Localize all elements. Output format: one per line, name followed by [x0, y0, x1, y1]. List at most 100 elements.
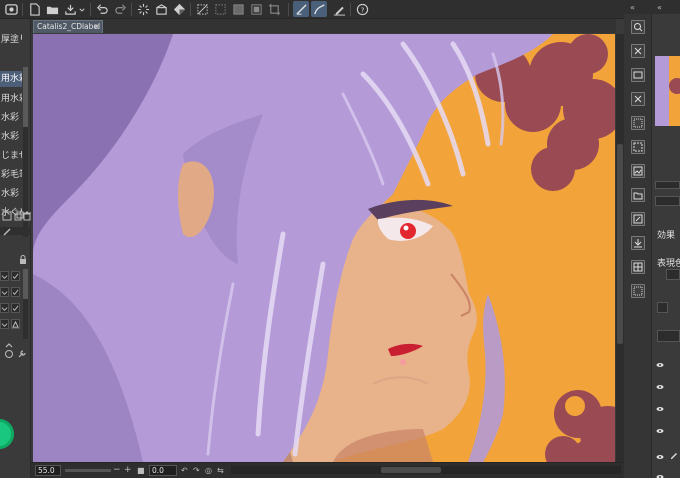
- checkbox-toggle[interactable]: [11, 303, 20, 313]
- pencil-icon[interactable]: [670, 444, 678, 459]
- scrollbar-thumb[interactable]: [381, 467, 441, 473]
- eye-icon[interactable]: [656, 466, 664, 478]
- close-panel-icon[interactable]: [631, 92, 645, 106]
- canvas-horizontal-scrollbar[interactable]: [231, 466, 621, 474]
- help-icon[interactable]: ?: [354, 1, 370, 17]
- loading-spinner-icon[interactable]: [135, 1, 151, 17]
- checkbox-toggle[interactable]: [11, 271, 20, 281]
- selection-border-icon[interactable]: [248, 1, 264, 17]
- document-tab-bar: Catalis2_CDlabel ×: [31, 19, 616, 33]
- collapse-chevron-icon[interactable]: «: [630, 3, 635, 12]
- sub-tool-item[interactable]: 水彩: [0, 186, 22, 202]
- zoom-out-button[interactable]: −: [113, 464, 121, 477]
- save-dropdown-chevron-icon[interactable]: [78, 1, 86, 17]
- image-material-icon[interactable]: [631, 164, 645, 178]
- edit-material-icon[interactable]: [631, 212, 645, 226]
- new-file-icon[interactable]: [26, 1, 42, 17]
- snap-curve-icon[interactable]: [311, 1, 327, 17]
- expression-color-label: 表現色: [657, 259, 680, 269]
- rotate-left-icon[interactable]: ↶: [181, 464, 188, 477]
- open-folder-icon[interactable]: [44, 1, 60, 17]
- download-icon[interactable]: [631, 236, 645, 250]
- chevron-down-icon[interactable]: [0, 287, 9, 297]
- undo-icon[interactable]: [94, 1, 110, 17]
- navigator-icon[interactable]: [631, 20, 645, 34]
- canvas-vertical-scrollbar[interactable]: [616, 34, 624, 462]
- trash-icon[interactable]: [22, 211, 32, 221]
- document-tab-title: Catalis2_CDlabel: [37, 22, 101, 31]
- close-icon[interactable]: ×: [93, 21, 100, 33]
- eye-icon[interactable]: [656, 376, 664, 389]
- tone-icon[interactable]: [631, 284, 645, 298]
- fit-screen-icon[interactable]: ■: [137, 464, 145, 477]
- effect-tab-label[interactable]: 効果: [657, 228, 675, 241]
- eye-icon[interactable]: [656, 446, 664, 459]
- rotate-right-icon[interactable]: ↷: [193, 464, 200, 477]
- fill-icon[interactable]: [153, 1, 169, 17]
- save-icon[interactable]: [62, 1, 78, 17]
- sub-tool-item[interactable]: 水彩: [0, 129, 22, 145]
- grid-icon[interactable]: [631, 260, 645, 274]
- crop-icon[interactable]: [266, 1, 282, 17]
- layer-blend-dropdown[interactable]: [657, 330, 680, 342]
- collapse-chevron-icon[interactable]: «: [657, 3, 662, 12]
- redo-icon[interactable]: [112, 1, 128, 17]
- chevron-down-icon[interactable]: [0, 271, 9, 281]
- lock-icon[interactable]: [18, 255, 28, 265]
- layer-mode-toggle[interactable]: [657, 302, 668, 313]
- chevron-down-icon[interactable]: [0, 319, 9, 329]
- eye-icon[interactable]: [656, 354, 664, 367]
- expression-color-dropdown[interactable]: [666, 269, 680, 280]
- scrollbar-thumb[interactable]: [23, 269, 28, 299]
- document-tab[interactable]: Catalis2_CDlabel ×: [33, 20, 103, 33]
- status-bar: 55.0 − + ■ 0.0 ↶ ↷ ◎ ⇆: [31, 462, 624, 478]
- navigator-thumbnail[interactable]: [655, 56, 680, 152]
- svg-text:?: ?: [360, 5, 364, 14]
- deselect-icon[interactable]: [212, 1, 228, 17]
- eye-icon[interactable]: [656, 420, 664, 433]
- transform-icon[interactable]: [194, 1, 210, 17]
- color-wheel[interactable]: [0, 419, 14, 449]
- drawing-canvas[interactable]: [33, 34, 615, 462]
- pencil-icon[interactable]: [2, 227, 12, 237]
- reset-icon[interactable]: [4, 349, 14, 359]
- reset-rotation-icon[interactable]: ◎: [205, 464, 212, 477]
- clip-studio-window: ? 厚塗り 用水彩 用水彩 水彩 水彩 じませ 彩毛筆 水彩 水ぐめ: [0, 0, 680, 478]
- folder-icon[interactable]: [631, 188, 645, 202]
- tool-property-scrollbar[interactable]: [23, 269, 28, 339]
- scrollbar-thumb[interactable]: [617, 144, 623, 344]
- sub-tool-item[interactable]: 水彩: [0, 110, 22, 126]
- command-bar: ?: [0, 0, 680, 19]
- zoom-in-button[interactable]: +: [124, 464, 132, 477]
- sub-tool-item[interactable]: 用水彩: [0, 91, 22, 107]
- clear-icon[interactable]: [171, 1, 187, 17]
- right-dock: « « 効果 表現色: [624, 0, 680, 478]
- sub-tool-item-selected[interactable]: 用水彩: [0, 71, 22, 87]
- navigator-zoom-slider[interactable]: [655, 181, 680, 189]
- invert-selection-icon[interactable]: [230, 1, 246, 17]
- sub-tool-item[interactable]: じませ: [0, 148, 22, 164]
- pen-settings-icon[interactable]: [331, 1, 347, 17]
- dock-header: « «: [624, 0, 680, 14]
- eye-iris: [400, 223, 416, 239]
- warning-toggle[interactable]: [11, 319, 20, 329]
- rotation-input[interactable]: 0.0: [149, 465, 177, 476]
- sub-view-icon[interactable]: [631, 44, 645, 58]
- chevron-down-icon[interactable]: [0, 303, 9, 313]
- texture-icon[interactable]: [631, 140, 645, 154]
- app-icon[interactable]: [3, 1, 19, 17]
- sub-tool-settings-icon[interactable]: [2, 211, 12, 221]
- sub-tool-item[interactable]: 厚塗り: [0, 32, 22, 48]
- sub-tool-item[interactable]: 彩毛筆: [0, 167, 22, 183]
- eye-icon[interactable]: [656, 398, 664, 411]
- material-icon[interactable]: [631, 68, 645, 82]
- zoom-input[interactable]: 55.0: [35, 465, 61, 476]
- wrench-icon[interactable]: [17, 349, 27, 359]
- zoom-slider[interactable]: [65, 469, 111, 472]
- navigator-angle-slider[interactable]: [655, 196, 680, 206]
- flip-horizontal-icon[interactable]: ⇆: [217, 464, 224, 477]
- pattern-icon[interactable]: [631, 116, 645, 130]
- scrollbar-thumb[interactable]: [23, 67, 28, 127]
- checkbox-toggle[interactable]: [11, 287, 20, 297]
- snap-ruler-icon[interactable]: [293, 1, 309, 17]
